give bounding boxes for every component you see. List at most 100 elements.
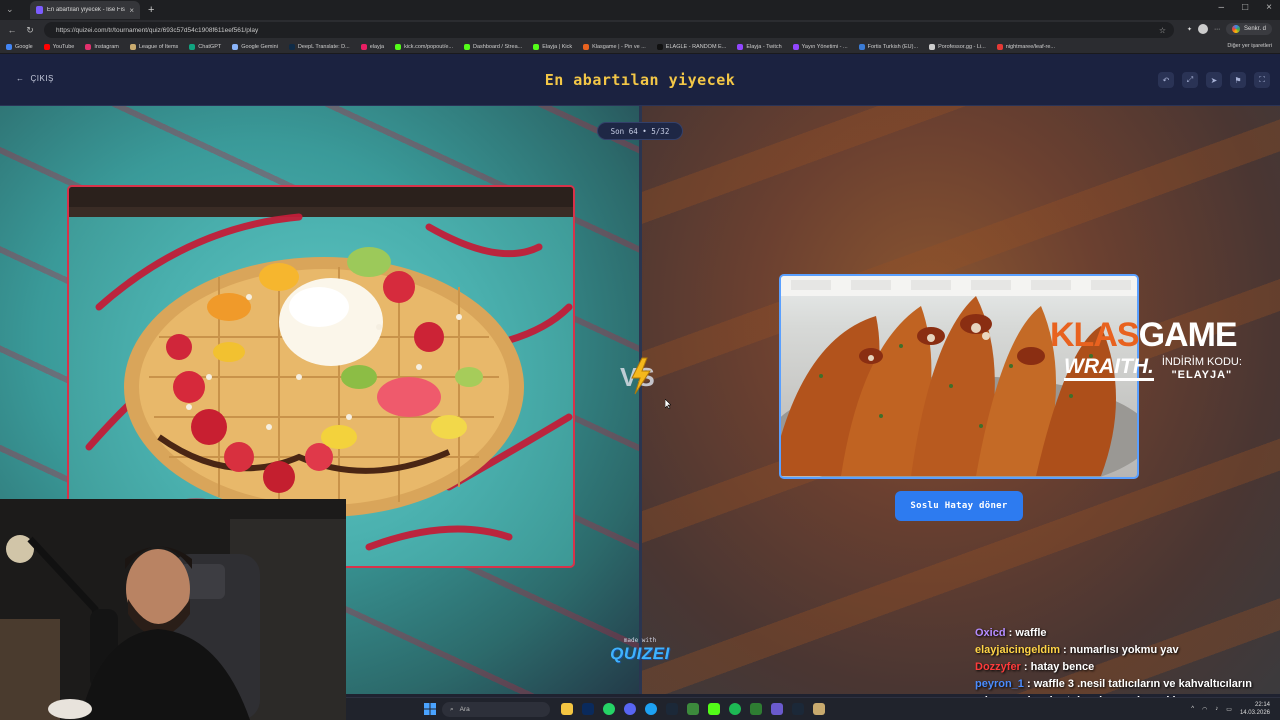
- extensions-icon[interactable]: ✦: [1187, 26, 1192, 33]
- bookmark-label: League of Items: [138, 43, 179, 50]
- back-icon[interactable]: ←: [6, 25, 18, 35]
- file-explorer-icon[interactable]: [561, 703, 573, 715]
- bookmark-item[interactable]: elayja: [360, 43, 384, 50]
- bookmark-favicon-icon: [6, 43, 12, 50]
- discount-value: "ELAYJA": [1171, 369, 1233, 381]
- clock-time: 22:14: [1254, 702, 1270, 708]
- profile-area: ✦ ⋯ Senkr. d: [1187, 23, 1272, 35]
- sponsor-overlay: KLASGAME WRAITH. İNDİRİM KODU: "ELAYJA": [1050, 318, 1280, 382]
- steam-icon[interactable]: [666, 703, 678, 715]
- bookmark-item[interactable]: Elayja - Twitch: [737, 43, 782, 50]
- bookmark-favicon-icon: [395, 43, 402, 50]
- chat-message: Dozzyfer : hatay bence: [975, 661, 1280, 673]
- bookmarks-folder[interactable]: Diğer yer işaretleri: [1227, 43, 1272, 49]
- bookmark-item[interactable]: Klasgame | - Pin ve ...: [583, 43, 646, 50]
- tray-chevron-icon[interactable]: ^: [1191, 706, 1194, 712]
- fullscreen-icon[interactable]: ⛶: [1254, 72, 1270, 88]
- bookmark-favicon-icon: [656, 43, 663, 50]
- url-input[interactable]: https://quizei.com/tr/tournament/quiz/69…: [44, 22, 1174, 38]
- bookmark-favicon-icon: [583, 43, 590, 50]
- send-icon[interactable]: ➤: [1206, 72, 1222, 88]
- browser-tab-active[interactable]: En abartılan yiyecek - lise Fist, Kiz ×: [30, 1, 140, 19]
- reload-icon[interactable]: ↻: [24, 25, 36, 36]
- bookmark-item[interactable]: kick.com/popout/e...: [395, 43, 453, 50]
- flag-icon[interactable]: ⚑: [1230, 72, 1246, 88]
- bookmark-favicon-icon: [792, 43, 799, 50]
- excel-icon[interactable]: [750, 703, 762, 715]
- discount-code: İNDİRİM KODU: "ELAYJA": [1162, 356, 1242, 382]
- bookmark-item[interactable]: Google: [6, 43, 33, 50]
- bookmark-item[interactable]: League of Items: [129, 43, 179, 50]
- volume-icon[interactable]: ♪: [1215, 706, 1218, 712]
- tab-favicon-icon: [36, 6, 43, 14]
- taskbar-clock[interactable]: 22:14 14.03.2026: [1240, 701, 1270, 717]
- bookmark-item[interactable]: Elayja | Kick: [533, 43, 572, 50]
- windows-taskbar: ⌕ Ara ^ ◠ ♪ ▭ 22:14 14.03.2026: [346, 697, 1280, 720]
- bookmark-label: Fortis Turkish (EU)...: [867, 43, 919, 50]
- photoshop-icon[interactable]: [582, 703, 594, 715]
- bookmark-item[interactable]: Dashboard / Strea...: [464, 43, 522, 50]
- bookmark-favicon-icon: [464, 43, 470, 50]
- notepad-icon[interactable]: [687, 703, 699, 715]
- chat-message: peyron_1 : waffle 3 .nesil tatlıcıların …: [975, 678, 1280, 690]
- edge-icon[interactable]: [645, 703, 657, 715]
- undo-icon[interactable]: ↶: [1158, 72, 1174, 88]
- taskbar-search[interactable]: ⌕ Ara: [442, 702, 550, 717]
- chat-message: elayjaicingeldim : numarlısı yokmu yav: [975, 644, 1280, 656]
- chat-message: Oxicd : waffle: [975, 627, 1280, 639]
- bookmark-item[interactable]: DeepL Translate: D...: [288, 43, 350, 50]
- whatsapp-icon[interactable]: [603, 703, 615, 715]
- made-with-quizei[interactable]: made with QUIZEI: [608, 637, 672, 664]
- url-text: https://quizei.com/tr/tournament/quiz/69…: [56, 26, 259, 34]
- vs-lightning-icon: VS: [620, 357, 655, 395]
- bookmark-star-icon[interactable]: ☆: [1159, 26, 1166, 35]
- close-window-icon[interactable]: ×: [1266, 2, 1272, 13]
- bookmark-favicon-icon: [737, 43, 744, 50]
- tab-title: En abartılan yiyecek - lise Fist, Kiz: [46, 7, 125, 13]
- wifi-icon[interactable]: ◠: [1202, 706, 1207, 713]
- quizei-logo: QUIZEI: [610, 644, 670, 663]
- chat-username: peyron_1: [975, 678, 1024, 690]
- browser-tab-bar: ⌄ En abartılan yiyecek - lise Fist, Kiz …: [0, 0, 1280, 20]
- bookmark-item[interactable]: YouTube: [43, 43, 74, 50]
- minimize-icon[interactable]: –: [1219, 2, 1225, 13]
- league-icon[interactable]: [813, 703, 825, 715]
- bookmark-item[interactable]: ELAGLE - RANDOM E...: [656, 43, 727, 50]
- new-tab-icon[interactable]: +: [148, 4, 154, 16]
- bookmark-item[interactable]: Google Gemini: [232, 43, 278, 50]
- bookmark-item[interactable]: Yayın Yönetimi - ...: [792, 43, 848, 50]
- spotify-icon[interactable]: [729, 703, 741, 715]
- tab-search-icon[interactable]: ⌄: [6, 4, 14, 15]
- steam-icon-2[interactable]: [792, 703, 804, 715]
- battery-icon[interactable]: ▭: [1226, 706, 1232, 713]
- bookmark-label: Google: [15, 43, 33, 50]
- window-controls: – □ ×: [1219, 2, 1272, 13]
- tab-close-icon[interactable]: ×: [129, 6, 134, 15]
- brand-part-b: GAME: [1138, 316, 1238, 354]
- bookmark-label: ELAGLE - RANDOM E...: [665, 43, 727, 50]
- menu-dots-icon[interactable]: ⋯: [1214, 26, 1220, 33]
- sync-button[interactable]: Senkr. d: [1225, 23, 1272, 35]
- discord-icon[interactable]: [624, 703, 636, 715]
- avatar[interactable]: [1197, 24, 1208, 34]
- bookmark-favicon-icon: [232, 43, 239, 50]
- maximize-icon[interactable]: □: [1242, 2, 1248, 13]
- share-icon[interactable]: ⤢: [1182, 72, 1198, 88]
- bookmarks-bar: Google YouTube Instagram League of Items Cha…: [0, 40, 1280, 54]
- choice-right-label-button[interactable]: Soslu Hatay döner: [895, 491, 1023, 521]
- windows-start-icon[interactable]: [424, 703, 436, 715]
- wraith-logo: WRAITH.: [1064, 356, 1154, 381]
- bookmark-label: Instagram: [94, 43, 119, 50]
- bookmark-item[interactable]: Porofessor.gg - Li...: [929, 43, 986, 50]
- bookmark-label: nightmaree/leaf-re...: [1005, 43, 1055, 50]
- teams-icon[interactable]: [771, 703, 783, 715]
- bookmark-item[interactable]: Fortis Turkish (EU)...: [858, 43, 919, 50]
- chat-username: Dozzyfer: [975, 661, 1021, 673]
- search-icon: ⌕: [450, 705, 454, 713]
- google-icon: [1231, 25, 1240, 33]
- kick-icon[interactable]: [708, 703, 720, 715]
- bookmark-item[interactable]: Instagram: [85, 43, 119, 50]
- bookmark-item[interactable]: nightmaree/leaf-re...: [996, 43, 1055, 50]
- bookmark-favicon-icon: [929, 43, 936, 50]
- bookmark-item[interactable]: ChatGPT: [189, 43, 221, 50]
